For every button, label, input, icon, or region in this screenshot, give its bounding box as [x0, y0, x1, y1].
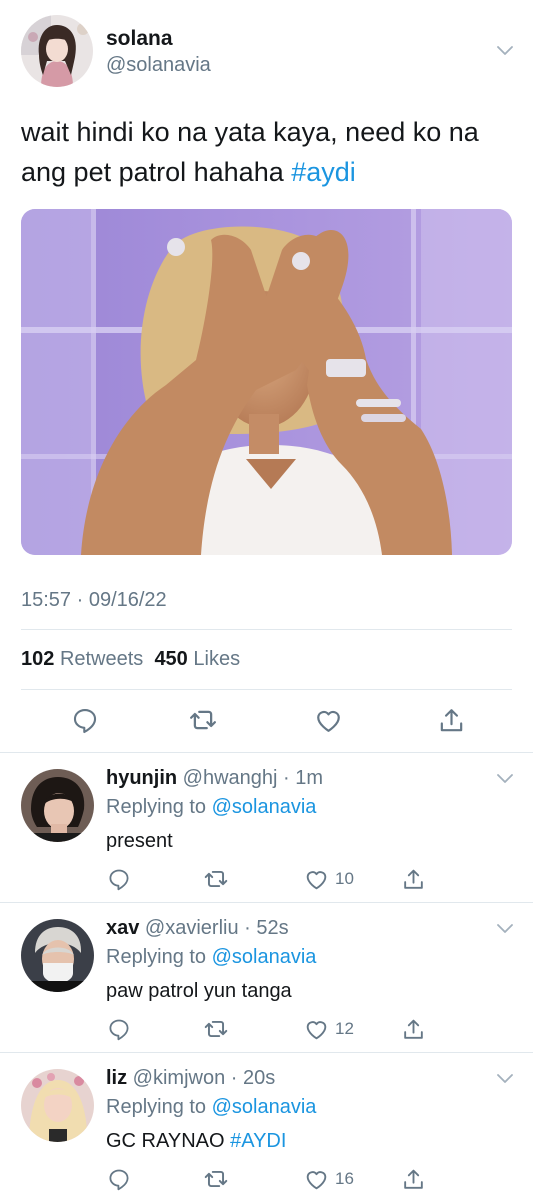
replying-prefix: Replying to [106, 796, 212, 818]
reply-author-name[interactable]: liz [106, 1067, 127, 1089]
mention-link[interactable]: @solanavia [212, 946, 317, 968]
retweet-button[interactable] [203, 1164, 229, 1194]
reply-header: hyunjin @hwanghj · 1m [106, 767, 323, 790]
like-button[interactable] [314, 705, 343, 735]
share-upload-icon [401, 1017, 426, 1042]
retweets-count[interactable]: 102 [21, 648, 54, 670]
likes-count[interactable]: 450 [154, 648, 187, 670]
retweets-label[interactable]: Retweets [60, 648, 143, 670]
reply-actions: 12 [0, 1014, 533, 1044]
chevron-down-icon[interactable] [496, 1073, 514, 1085]
tweet-timestamp[interactable]: 15:57 · 09/16/22 [21, 589, 167, 612]
replying-prefix: Replying to [106, 1096, 212, 1118]
reply-button[interactable] [71, 705, 99, 735]
speech-bubble-icon [107, 1017, 131, 1041]
share-upload-icon [401, 867, 426, 892]
share-upload-icon [401, 1167, 426, 1192]
reply-header: liz @kimjwon · 20s [106, 1067, 275, 1090]
tweet-body: wait hindi ko na yata kaya, need ko na a… [21, 117, 479, 187]
author-handle[interactable]: @solanavia [106, 54, 211, 77]
retweet-arrows-icon [203, 866, 229, 892]
hashtag-link[interactable]: #AYDI [230, 1130, 286, 1152]
replying-to: Replying to @solanavia [106, 796, 316, 819]
share-upload-icon [437, 706, 466, 735]
replying-to: Replying to @solanavia [106, 946, 316, 969]
speech-bubble-icon [71, 706, 99, 734]
avatar[interactable] [21, 1069, 94, 1142]
tweet-stats: 102 Retweets 450 Likes [21, 648, 240, 671]
tweet-image[interactable] [21, 209, 512, 555]
chevron-down-icon[interactable] [496, 923, 514, 935]
share-button[interactable] [437, 705, 466, 735]
like-button[interactable]: 12 [304, 1014, 354, 1044]
avatar[interactable] [21, 769, 94, 842]
avatar[interactable] [21, 919, 94, 992]
reply-handle-time[interactable]: @hwanghj · 1m [177, 767, 323, 789]
reply-actions: 16 [0, 1164, 533, 1194]
reply-tweet[interactable]: liz @kimjwon · 20s Replying to @solanavi… [0, 1053, 533, 1200]
chevron-down-icon[interactable] [496, 773, 514, 785]
reply-author-name[interactable]: hyunjin [106, 767, 177, 789]
speech-bubble-icon [107, 1167, 131, 1191]
replying-to: Replying to @solanavia [106, 1096, 316, 1119]
replying-prefix: Replying to [106, 946, 212, 968]
heart-icon [304, 867, 329, 892]
retweet-button[interactable] [203, 864, 229, 894]
share-button[interactable] [401, 1164, 426, 1194]
reply-body: present [106, 830, 173, 852]
reply-header: xav @xavierliu · 52s [106, 917, 289, 940]
like-button[interactable]: 10 [304, 864, 354, 894]
chevron-down-icon[interactable] [496, 45, 514, 57]
reply-button[interactable] [107, 1014, 131, 1044]
heart-icon [304, 1017, 329, 1042]
share-button[interactable] [401, 864, 426, 894]
reply-button[interactable] [107, 864, 131, 894]
retweet-arrows-icon [203, 1016, 229, 1042]
divider [21, 629, 512, 630]
reply-handle-time[interactable]: @kimjwon · 20s [127, 1067, 276, 1089]
avatar[interactable] [21, 15, 93, 87]
mention-link[interactable]: @solanavia [212, 1096, 317, 1118]
heart-icon [304, 1167, 329, 1192]
like-count: 10 [335, 869, 354, 888]
reply-actions: 10 [0, 864, 533, 894]
reply-body: GC RAYNAO [106, 1130, 231, 1152]
heart-icon [314, 706, 343, 735]
likes-label[interactable]: Likes [193, 648, 240, 670]
reply-text: present [106, 830, 173, 853]
author-name[interactable]: solana [106, 27, 173, 51]
like-button[interactable]: 16 [304, 1164, 354, 1194]
tweet-actions [0, 705, 533, 735]
retweet-button[interactable] [203, 1014, 229, 1044]
mention-link[interactable]: @solanavia [212, 796, 317, 818]
reply-text: GC RAYNAO #AYDI [106, 1130, 286, 1153]
like-count: 12 [335, 1019, 354, 1038]
retweet-arrows-icon [203, 1166, 229, 1192]
reply-handle-time[interactable]: @xavierliu · 52s [139, 917, 289, 939]
reply-text: paw patrol yun tanga [106, 980, 292, 1003]
reply-tweet[interactable]: xav @xavierliu · 52s Replying to @solana… [0, 903, 533, 1053]
hashtag-link[interactable]: #aydi [291, 157, 356, 187]
retweet-button[interactable] [188, 705, 218, 735]
like-count: 16 [335, 1169, 354, 1188]
reply-button[interactable] [107, 1164, 131, 1194]
share-button[interactable] [401, 1014, 426, 1044]
reply-body: paw patrol yun tanga [106, 980, 292, 1002]
speech-bubble-icon [107, 867, 131, 891]
main-tweet: solana @solanavia wait hindi ko na yata … [0, 0, 533, 752]
reply-author-name[interactable]: xav [106, 917, 139, 939]
retweet-arrows-icon [188, 705, 218, 735]
reply-tweet[interactable]: hyunjin @hwanghj · 1m Replying to @solan… [0, 753, 533, 903]
divider [21, 689, 512, 690]
tweet-text: wait hindi ko na yata kaya, need ko na a… [21, 112, 516, 192]
